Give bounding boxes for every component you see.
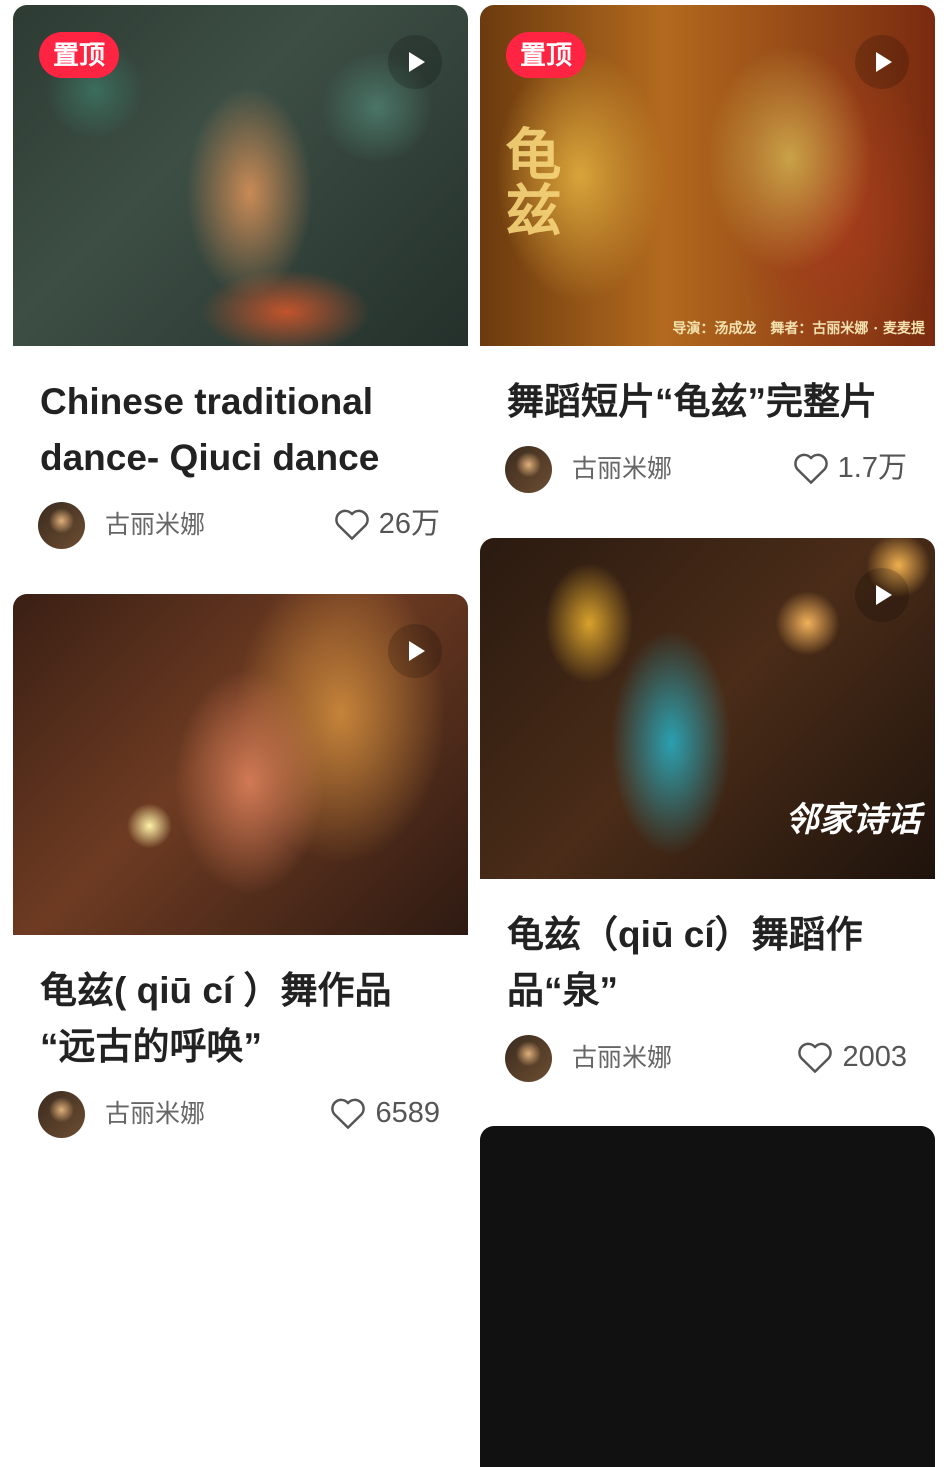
like-count: 26万 bbox=[378, 508, 440, 540]
like-count: 1.7万 bbox=[837, 452, 907, 484]
video-card[interactable]: 龟兹 导演：汤成龙 舞者：古丽米娜 · 麦麦提 置顶 舞蹈短片“龟兹”完整片 古… bbox=[480, 5, 935, 494]
title-line: 品“泉” bbox=[507, 970, 618, 1011]
card-title[interactable]: 龟兹( qiū cí ）舞作品 “远古的呼唤” bbox=[40, 963, 440, 1075]
pinned-badge: 置顶 bbox=[39, 32, 120, 78]
author-name[interactable]: 古丽米娜 bbox=[572, 454, 672, 484]
avatar[interactable] bbox=[505, 446, 552, 493]
heart-icon bbox=[798, 1042, 833, 1073]
heart-icon bbox=[793, 453, 828, 484]
title-line: “远古的呼唤” bbox=[40, 1026, 262, 1067]
card-meta: 古丽米娜 6589 bbox=[38, 1091, 440, 1139]
like-button[interactable]: 2003 bbox=[796, 1037, 907, 1077]
title-line: dance- Qiuci dance bbox=[40, 437, 380, 478]
card-title[interactable]: Chinese traditional dance- Qiuci dance bbox=[40, 374, 440, 486]
author-name[interactable]: 古丽米娜 bbox=[105, 1099, 205, 1129]
like-button[interactable]: 26万 bbox=[333, 504, 440, 544]
author-name[interactable]: 古丽米娜 bbox=[105, 510, 205, 540]
play-icon bbox=[388, 624, 442, 678]
thumbnail-logo-text: 邻家诗话 bbox=[785, 800, 921, 840]
video-thumbnail[interactable]: 龟兹 导演：汤成龙 舞者：古丽米娜 · 麦麦提 置顶 bbox=[480, 5, 935, 346]
title-line: 龟兹（qiū cí）舞蹈作 bbox=[507, 914, 863, 955]
video-thumbnail[interactable] bbox=[13, 594, 468, 935]
avatar[interactable] bbox=[38, 1091, 85, 1138]
heart-icon bbox=[331, 1098, 366, 1129]
title-line: 龟兹( qiū cí ）舞作品 bbox=[40, 970, 392, 1011]
title-line: 舞蹈短片“龟兹”完整片 bbox=[507, 381, 877, 422]
video-card[interactable]: 置顶 Chinese traditional dance- Qiuci danc… bbox=[13, 5, 468, 550]
play-icon bbox=[855, 568, 909, 622]
thumbnail-credits: 导演：汤成龙 舞者：古丽米娜 · 麦麦提 bbox=[672, 321, 925, 337]
video-thumbnail[interactable]: 邻家诗话 bbox=[480, 538, 935, 879]
card-title[interactable]: 舞蹈短片“龟兹”完整片 bbox=[507, 374, 907, 430]
card-title[interactable]: 龟兹（qiū cí）舞蹈作 品“泉” bbox=[507, 907, 907, 1019]
play-icon bbox=[855, 35, 909, 89]
video-thumbnail[interactable] bbox=[480, 1126, 935, 1467]
card-meta: 古丽米娜 26万 bbox=[38, 502, 440, 550]
video-card[interactable]: 龟兹( qiū cí ）舞作品 “远古的呼唤” 古丽米娜 6589 bbox=[13, 594, 468, 1139]
avatar[interactable] bbox=[505, 1035, 552, 1082]
video-card[interactable] bbox=[480, 1126, 935, 1467]
heart-icon bbox=[334, 509, 369, 540]
avatar[interactable] bbox=[38, 502, 85, 549]
video-card[interactable]: 邻家诗话 龟兹（qiū cí）舞蹈作 品“泉” 古丽米娜 2003 bbox=[480, 538, 935, 1083]
title-line: Chinese traditional bbox=[40, 381, 374, 422]
pinned-badge: 置顶 bbox=[506, 32, 587, 78]
like-count: 6589 bbox=[375, 1097, 440, 1129]
play-icon bbox=[388, 35, 442, 89]
author-name[interactable]: 古丽米娜 bbox=[572, 1043, 672, 1073]
like-count: 2003 bbox=[842, 1041, 907, 1073]
thumbnail-title-art: 龟兹 bbox=[496, 125, 562, 237]
card-meta: 古丽米娜 1.7万 bbox=[505, 446, 907, 494]
like-button[interactable]: 6589 bbox=[329, 1093, 440, 1133]
like-button[interactable]: 1.7万 bbox=[792, 448, 907, 488]
video-thumbnail[interactable]: 置顶 bbox=[13, 5, 468, 346]
card-meta: 古丽米娜 2003 bbox=[505, 1035, 907, 1083]
